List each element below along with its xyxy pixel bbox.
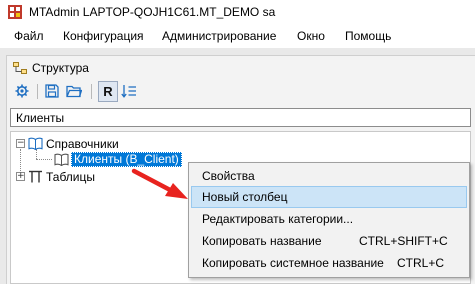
menu-item-label: Копировать системное название [202,256,384,270]
book-icon [54,153,69,166]
settings-button[interactable] [12,81,32,101]
tree-expander-collapse[interactable]: − [16,139,25,148]
menu-bar: Файл Конфигурация Администрирование Окно… [0,26,475,46]
panel-header: Структура [7,56,475,78]
menu-administration[interactable]: Администрирование [162,29,276,43]
gear-icon [15,84,29,98]
save-icon [45,84,59,98]
sort-button[interactable] [119,81,139,101]
filter-input-value: Клиенты [16,111,65,125]
context-menu: Свойства Новый столбец Редактировать кат… [188,162,470,278]
menu-item-properties[interactable]: Свойства [191,165,467,187]
app-icon [8,5,22,19]
menu-file[interactable]: Файл [14,29,44,43]
menu-item-label: Копировать название [202,234,322,248]
panel-title: Структура [32,61,89,75]
menu-window[interactable]: Окно [297,29,325,43]
menu-item-shortcut: CTRL+C [397,256,445,270]
menu-item-new-column[interactable]: Новый столбец [191,186,467,208]
menu-item-copy-name[interactable]: Копировать название CTRL+SHIFT+C [191,230,467,252]
table-icon [29,170,42,183]
toolbar-separator [37,84,38,99]
save-button[interactable] [42,81,62,101]
folder-icon [66,85,82,98]
filter-input[interactable]: Клиенты [10,108,471,127]
toolbar: R [7,79,475,105]
title-bar: MTAdmin LAPTOP-QOJH1C61.MT_DEMO sa [0,0,475,26]
r-toggle-button[interactable]: R [98,81,118,102]
menu-item-label: Свойства [202,169,255,183]
open-button[interactable] [64,81,84,101]
menu-item-label: Новый столбец [202,190,288,204]
tree-expander-expand[interactable]: + [16,172,25,181]
sort-list-icon [121,85,136,98]
tree-node-selected[interactable]: Клиенты (B_Client) [71,152,182,167]
menu-item-copy-system-name[interactable]: Копировать системное название CTRL+C [191,252,467,274]
book-open-icon [28,137,43,150]
structure-icon [13,62,27,74]
window-title: MTAdmin LAPTOP-QOJH1C61.MT_DEMO sa [29,5,276,19]
tree-node-label[interactable]: Таблицы [46,170,95,184]
tree-guide-line [36,159,52,160]
tree-guide-line [36,149,37,159]
toolbar-separator [91,84,92,99]
tree-node-label[interactable]: Справочники [46,137,119,151]
menu-item-edit-categories[interactable]: Редактировать категории... [191,208,467,230]
menu-item-label: Редактировать категории... [202,212,354,226]
menu-configuration[interactable]: Конфигурация [63,29,144,43]
menu-item-shortcut: CTRL+SHIFT+C [359,234,448,248]
menu-help[interactable]: Помощь [345,29,391,43]
